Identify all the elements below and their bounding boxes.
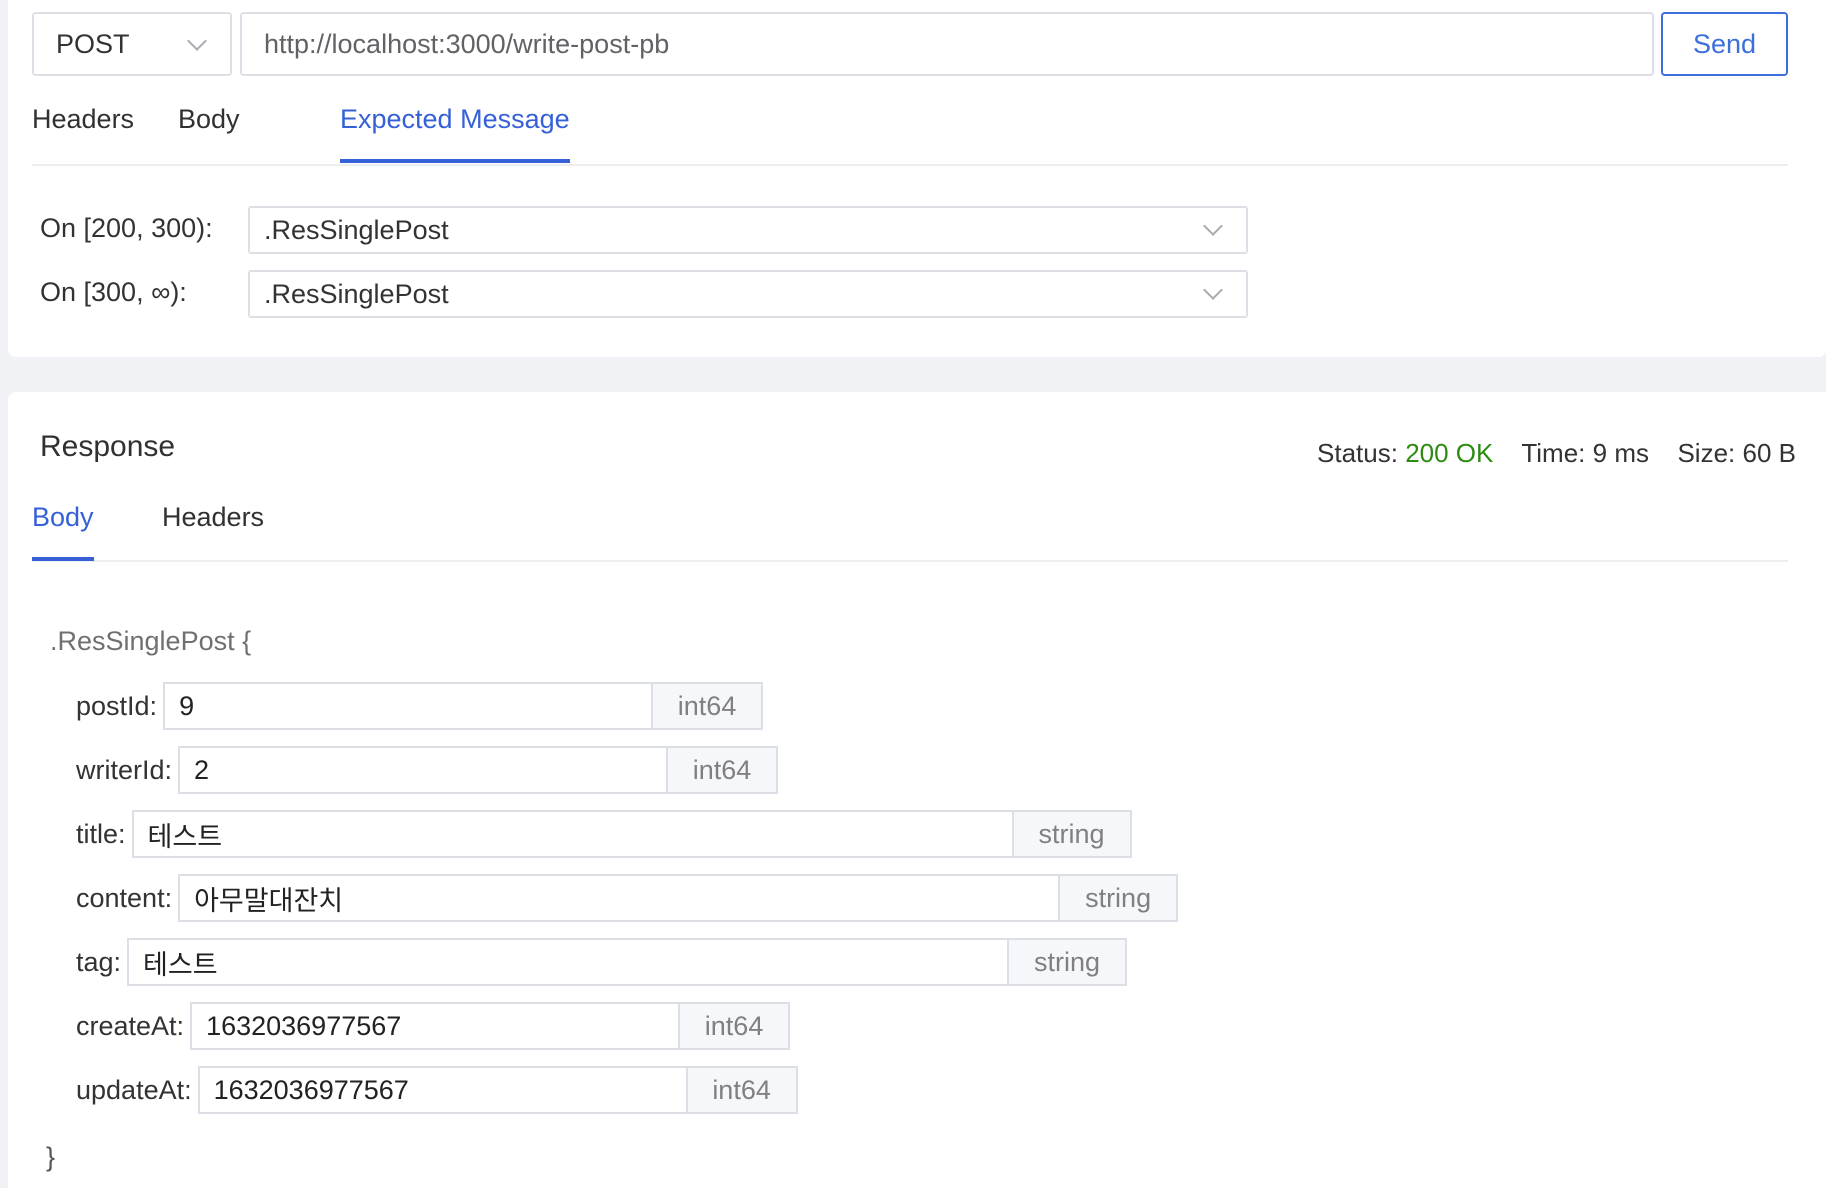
send-button[interactable]: Send (1661, 12, 1788, 76)
tab-response-body[interactable]: Body (32, 502, 94, 561)
field-type: int64 (651, 682, 764, 730)
field-row-content: content: string (76, 874, 1179, 922)
field-type: int64 (678, 1002, 791, 1050)
field-label: postId: (76, 690, 158, 721)
field-label: updateAt: (76, 1074, 192, 1105)
field-value[interactable] (131, 810, 1012, 858)
field-value[interactable] (163, 682, 652, 730)
field-value[interactable] (178, 746, 667, 794)
field-label: tag: (76, 946, 122, 977)
field-type: int64 (685, 1066, 798, 1114)
field-value[interactable] (127, 938, 1008, 986)
expected-success-select[interactable]: .ResSinglePost (248, 206, 1248, 254)
field-label: title: (76, 818, 126, 849)
time-value: 9 ms (1592, 438, 1649, 468)
expected-error-value: .ResSinglePost (264, 278, 449, 309)
response-meta: Status: 200 OK Time: 9 ms Size: 60 B (1317, 438, 1796, 469)
field-label: createAt: (76, 1010, 185, 1041)
field-value[interactable] (197, 1066, 686, 1114)
field-label: content: (76, 882, 173, 913)
expected-success-value: .ResSinglePost (264, 214, 449, 245)
field-row-updateAt: updateAt: int64 (76, 1066, 798, 1114)
field-row-tag: tag: string (76, 938, 1128, 986)
time-label: Time: (1521, 438, 1586, 468)
expected-error-select[interactable]: .ResSinglePost (248, 270, 1248, 318)
field-row-writerId: writerId: int64 (76, 746, 779, 794)
field-row-postId: postId: int64 (76, 682, 764, 730)
chevron-down-icon (1203, 216, 1223, 236)
field-row-title: title: string (76, 810, 1132, 858)
tab-headers[interactable]: Headers (32, 104, 134, 159)
field-type: int64 (666, 746, 779, 794)
field-value[interactable] (190, 1002, 679, 1050)
field-label: writerId: (76, 754, 173, 785)
status-label: Status: (1317, 438, 1398, 468)
expected-error-label: On [300, ∞): (40, 277, 187, 307)
tab-expected-message[interactable]: Expected Message (340, 104, 570, 163)
size-label: Size: (1677, 438, 1736, 468)
chevron-down-icon (187, 31, 207, 51)
tab-response-headers[interactable]: Headers (162, 502, 264, 557)
field-type: string (1007, 938, 1128, 986)
field-type: string (1058, 874, 1179, 922)
response-tabs: Body Headers (32, 502, 1788, 562)
tab-body[interactable]: Body (178, 104, 240, 159)
message-close: } (46, 1142, 56, 1172)
chevron-down-icon (1203, 280, 1223, 300)
message-open: .ResSinglePost { (50, 626, 252, 656)
field-type: string (1011, 810, 1132, 858)
expected-success-label: On [200, 300): (40, 213, 213, 243)
response-title: Response (40, 430, 176, 463)
url-input[interactable] (240, 12, 1654, 76)
field-value[interactable] (178, 874, 1059, 922)
request-tabs: Headers Body Expected Message (32, 104, 1788, 166)
field-row-createAt: createAt: int64 (76, 1002, 791, 1050)
method-value: POST (56, 28, 130, 59)
method-select[interactable]: POST (32, 12, 232, 76)
size-value: 60 B (1742, 438, 1797, 468)
status-value: 200 OK (1405, 438, 1494, 468)
